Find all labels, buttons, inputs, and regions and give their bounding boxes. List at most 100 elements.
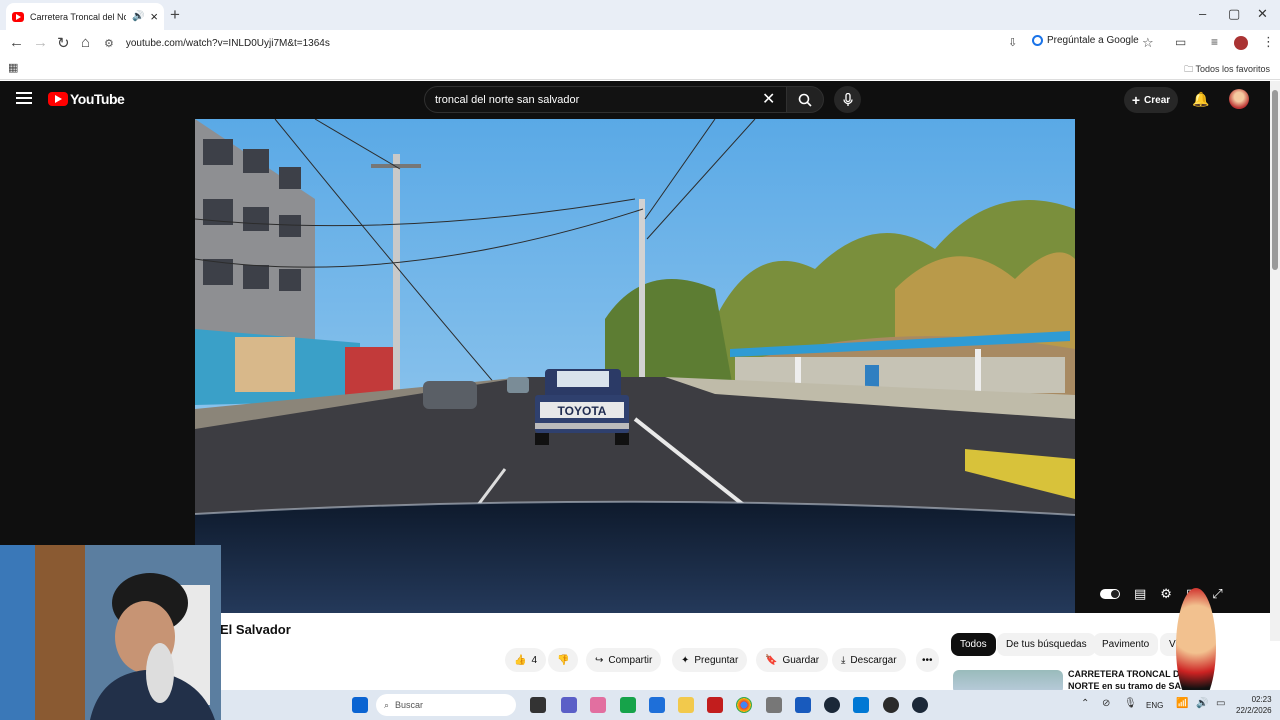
taskbar-search-placeholder: Buscar	[395, 700, 424, 710]
all-bookmarks-button[interactable]: 🗀 Todos los favoritos	[1184, 62, 1270, 78]
ask-google-label: Pregúntale a Google	[1047, 35, 1139, 46]
tab-close-icon[interactable]: ×	[150, 9, 158, 24]
chip-all[interactable]: Todos	[951, 633, 996, 656]
download-button[interactable]: ⤓ Descargar	[832, 648, 906, 672]
task-view-icon[interactable]	[530, 697, 546, 713]
teams-icon[interactable]	[561, 697, 577, 713]
clock-date: 22/2/2026	[1236, 706, 1272, 715]
share-icon: ↪	[595, 654, 604, 666]
steam-alt-icon[interactable]	[912, 697, 928, 713]
chip-from-searches[interactable]: De tus búsquedas	[997, 633, 1096, 656]
app-green-icon[interactable]	[620, 697, 636, 713]
dislike-button[interactable]: 👎	[548, 648, 579, 672]
url-field[interactable]: ⚙ youtube.com/watch?v=INLD0Uyji7M&t=1364…	[104, 33, 1164, 53]
new-tab-button[interactable]: +	[170, 5, 180, 25]
apps-grid-icon[interactable]: ▦	[8, 61, 18, 74]
tray-mic-icon[interactable]: 🎙	[1124, 698, 1137, 709]
window-maximize-button[interactable]: ▢	[1228, 6, 1240, 22]
like-button[interactable]: 👍 4	[505, 648, 547, 672]
microphone-icon	[842, 92, 853, 106]
thumbs-down-icon: 👎	[557, 654, 570, 666]
ask-button[interactable]: ✦ Preguntar	[672, 648, 748, 672]
clear-search-icon[interactable]: ✕	[762, 89, 775, 109]
window-close-button[interactable]: ✕	[1257, 6, 1268, 22]
share-button[interactable]: ↪ Compartir	[586, 648, 662, 672]
fullscreen-icon[interactable]: ⤢	[1212, 586, 1222, 602]
download-icon: ⤓	[841, 654, 846, 666]
language-indicator[interactable]: ENG	[1146, 701, 1163, 710]
back-icon[interactable]: ←	[9, 34, 24, 51]
scrollbar-thumb[interactable]	[1272, 90, 1278, 270]
all-bookmarks-label: Todos los favoritos	[1195, 64, 1270, 74]
chip-pavimento[interactable]: Pavimento	[1093, 633, 1159, 656]
tray-icon[interactable]: ⊘	[1102, 698, 1110, 709]
autoplay-toggle[interactable]	[1100, 589, 1120, 599]
reload-icon[interactable]: ↻	[57, 34, 70, 52]
create-button[interactable]: + Crear	[1124, 87, 1178, 113]
word-icon[interactable]	[795, 697, 811, 713]
outlook-icon[interactable]	[649, 697, 665, 713]
search-query-text: troncal del norte san salvador	[435, 93, 580, 106]
character-sticker	[1176, 588, 1216, 706]
truck-brand-text: TOYOTA	[558, 404, 607, 418]
plus-icon: +	[1131, 92, 1141, 108]
bookmark-icon: 🔖	[765, 654, 778, 666]
tab-title: Carretera Troncal del Norte	[30, 11, 126, 22]
site-info-icon[interactable]: ⚙	[104, 37, 114, 50]
search-input[interactable]: troncal del norte san salvador	[424, 86, 788, 113]
subtitles-icon[interactable]: ▤	[1134, 586, 1146, 602]
windows-start-icon[interactable]	[352, 697, 368, 713]
browser-tab-active[interactable]: Carretera Troncal del Norte 🔊 ×	[6, 3, 164, 30]
tray-chevron-icon[interactable]: ⌃	[1081, 698, 1089, 709]
window-minimize-button[interactable]: –	[1199, 6, 1206, 21]
install-app-icon[interactable]: ⇩	[1008, 36, 1017, 49]
url-text: youtube.com/watch?v=INLD0Uyji7M&t=1364s	[125, 37, 330, 49]
more-icon: •••	[922, 654, 933, 666]
search-icon	[798, 93, 812, 107]
youtube-play-icon	[48, 92, 68, 106]
profile-avatar[interactable]	[1234, 36, 1248, 50]
reading-list-icon[interactable]: ≡	[1211, 35, 1218, 49]
thumbs-up-icon: 👍	[514, 654, 527, 666]
save-label: Guardar	[782, 654, 820, 666]
side-panel-icon[interactable]: ▭	[1175, 35, 1186, 49]
youtube-favicon-icon	[12, 11, 24, 22]
app-red-icon[interactable]	[707, 697, 723, 713]
more-actions-button[interactable]: •••	[916, 648, 939, 672]
store-icon[interactable]	[853, 697, 869, 713]
youtube-avatar[interactable]	[1229, 89, 1249, 109]
like-count: 4	[531, 654, 538, 666]
home-icon[interactable]: ⌂	[81, 34, 90, 51]
chrome-icon[interactable]	[736, 697, 752, 713]
wifi-icon[interactable]: 📶	[1176, 698, 1188, 709]
taskbar-clock[interactable]: 02:23 22/2/2026	[1236, 694, 1272, 716]
copilot-icon[interactable]	[590, 697, 606, 713]
video-player[interactable]: TOYOTA	[195, 119, 1075, 613]
volume-icon[interactable]: 🔊	[1196, 698, 1208, 709]
forward-icon[interactable]: →	[33, 34, 48, 51]
ask-google-button[interactable]: Pregúntale a Google	[1032, 35, 1139, 46]
video-title: El Salvador	[220, 622, 291, 637]
voice-search-button[interactable]	[834, 86, 861, 113]
notifications-bell-icon[interactable]: 🔔	[1192, 91, 1209, 108]
app-dark-icon[interactable]	[883, 697, 899, 713]
browser-menu-icon[interactable]: ⋮	[1262, 34, 1275, 50]
steam-icon[interactable]	[824, 697, 840, 713]
settings-gear-icon[interactable]: ⚙	[1160, 586, 1172, 602]
bookmark-star-icon[interactable]: ☆	[1142, 35, 1154, 51]
webcam-image	[0, 545, 221, 720]
search-button[interactable]	[786, 86, 824, 113]
google-lens-icon	[1032, 35, 1043, 46]
sparkle-icon: ✦	[681, 654, 690, 666]
speaker-icon[interactable]: 🔊	[132, 11, 144, 22]
webcam-overlay	[0, 545, 221, 720]
taskbar-search-icon: ⌕	[384, 699, 390, 710]
battery-icon[interactable]: ▭	[1216, 698, 1225, 709]
file-explorer-icon[interactable]	[678, 697, 694, 713]
taskbar-search[interactable]: ⌕ Buscar	[376, 694, 516, 716]
camera-icon[interactable]	[766, 697, 782, 713]
save-button[interactable]: 🔖 Guardar	[756, 648, 829, 672]
youtube-logo[interactable]: YouTube	[48, 91, 125, 107]
hamburger-menu-icon[interactable]	[16, 92, 32, 104]
clock-time: 02:23	[1251, 695, 1272, 704]
